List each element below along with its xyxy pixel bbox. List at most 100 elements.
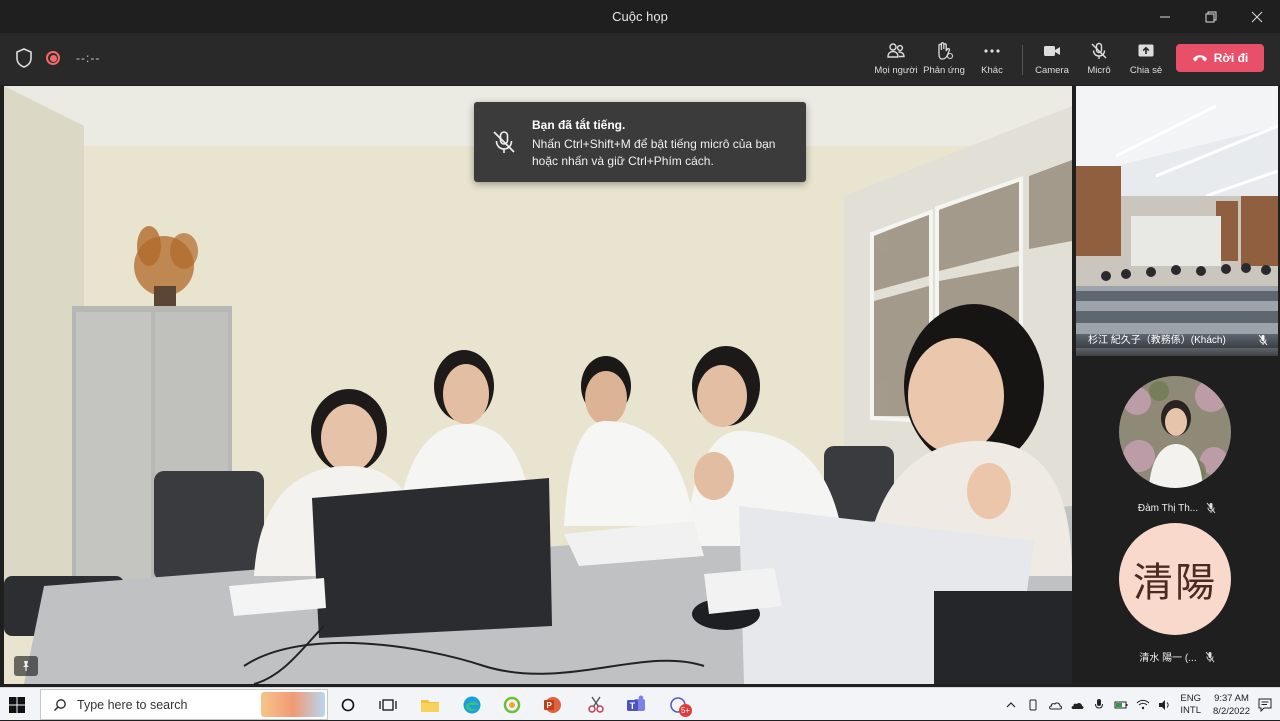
reactions-label: Phản ứng bbox=[923, 65, 965, 76]
action-center-icon[interactable] bbox=[1258, 698, 1272, 712]
edge-icon bbox=[463, 696, 481, 714]
window-title: Cuộc họp bbox=[612, 9, 668, 24]
participant-name: 杉江 紀久子（教務係）(Khách) bbox=[1088, 335, 1226, 346]
leave-button[interactable]: Rời đi bbox=[1176, 44, 1264, 72]
svg-text:P: P bbox=[547, 701, 553, 710]
task-view-button[interactable] bbox=[376, 693, 400, 717]
muted-notification: Bạn đã tắt tiếng. Nhấn Ctrl+Shift+M để b… bbox=[474, 102, 806, 182]
folder-icon bbox=[421, 700, 439, 712]
avatar bbox=[1119, 376, 1231, 488]
participant-panel: 杉江 紀久子（教務係）(Khách) Đàm Thị Th... 清陽 清水 陽… bbox=[1074, 86, 1280, 684]
avatar-initials: 清陽 bbox=[1119, 523, 1231, 635]
wifi-icon[interactable] bbox=[1136, 698, 1150, 712]
search-placeholder: Type here to search bbox=[77, 697, 188, 712]
clock-time: 9:37 AM bbox=[1214, 692, 1249, 704]
mic-off-icon bbox=[1206, 502, 1216, 514]
restore-button[interactable] bbox=[1188, 0, 1234, 33]
pin-icon bbox=[23, 661, 29, 671]
battery-icon[interactable] bbox=[1114, 698, 1128, 712]
mic-off-icon bbox=[1091, 42, 1107, 59]
camera-icon bbox=[1044, 46, 1060, 56]
reactions-icon bbox=[938, 42, 954, 60]
participant-name: 清水 陽一 (... bbox=[1139, 653, 1197, 664]
close-button[interactable] bbox=[1234, 0, 1280, 33]
keyboard-layout: INTL bbox=[1180, 704, 1202, 716]
classroom-scene bbox=[1076, 86, 1278, 356]
mic-button[interactable]: Micrô bbox=[1073, 41, 1125, 81]
microphone-icon[interactable] bbox=[1092, 698, 1106, 712]
window-controls bbox=[1142, 0, 1280, 33]
recording-icon bbox=[46, 51, 60, 65]
more-label: Khác bbox=[981, 65, 1003, 76]
minimize-icon bbox=[1160, 16, 1170, 17]
meeting-toolbar: --:-- Mọi người Phản ứng Khác Camera Mic… bbox=[0, 33, 1280, 85]
camera-button[interactable]: Camera bbox=[1026, 41, 1078, 81]
people-button[interactable]: Mọi người bbox=[870, 41, 922, 81]
people-label: Mọi người bbox=[874, 65, 918, 76]
clock-date: 8/2/2022 bbox=[1213, 705, 1250, 717]
file-explorer-button[interactable] bbox=[418, 693, 442, 717]
toast-title: Bạn đã tắt tiếng. bbox=[532, 118, 626, 132]
close-icon bbox=[1251, 11, 1263, 22]
reactions-button[interactable]: Phản ứng bbox=[918, 41, 970, 81]
language-indicator[interactable]: ENG INTL bbox=[1180, 693, 1201, 717]
leave-label: Rời đi bbox=[1213, 51, 1249, 65]
profile-photo bbox=[1119, 376, 1231, 488]
share-button[interactable]: Chia sẻ bbox=[1120, 41, 1172, 81]
meeting-timer: --:-- bbox=[76, 51, 101, 65]
taskbar-search-box[interactable]: Type here to search bbox=[40, 689, 328, 720]
cortana-icon bbox=[341, 698, 355, 712]
meeting-status: --:-- bbox=[14, 47, 100, 69]
mic-off-icon bbox=[493, 131, 515, 153]
participant-video-tile[interactable]: 杉江 紀久子（教務係）(Khách) bbox=[1076, 86, 1278, 356]
title-bar: Cuộc họp bbox=[0, 0, 1280, 33]
edge-button[interactable] bbox=[460, 693, 484, 717]
cortana-button[interactable] bbox=[336, 693, 360, 717]
pin-button[interactable] bbox=[14, 656, 38, 676]
mic-label: Micrô bbox=[1087, 65, 1111, 76]
toolbar-divider bbox=[1022, 45, 1023, 75]
teams-chat-button[interactable]: 5+ bbox=[666, 693, 692, 717]
hang-up-icon bbox=[1192, 55, 1207, 62]
toast-body: Nhấn Ctrl+Shift+M để bật tiếng micrô của… bbox=[532, 137, 776, 168]
clock[interactable]: 9:37 AM 8/2/2022 bbox=[1213, 692, 1250, 718]
participant-avatar-tile[interactable]: 清陽 清水 陽一 (... bbox=[1074, 523, 1280, 673]
taskbar: Type here to search P T 5+ ENG INTL 9:37… bbox=[0, 687, 1280, 720]
teams-button[interactable]: T bbox=[624, 693, 648, 717]
speaker-icon[interactable] bbox=[1158, 698, 1172, 712]
system-tray: ENG INTL 9:37 AM 8/2/2022 bbox=[1004, 688, 1272, 721]
restore-icon bbox=[1205, 11, 1217, 22]
onedrive-icon[interactable] bbox=[1048, 698, 1063, 712]
task-view-icon bbox=[379, 699, 397, 711]
share-icon bbox=[1138, 44, 1154, 57]
cloud-icon[interactable] bbox=[1070, 698, 1084, 712]
notification-badge-wrapper: 5+ bbox=[670, 697, 692, 717]
shield-icon[interactable] bbox=[14, 47, 34, 69]
participant-name-row: 清水 陽一 (... bbox=[1074, 649, 1280, 664]
powerpoint-icon: P bbox=[544, 697, 561, 713]
language-code: ENG bbox=[1180, 692, 1202, 704]
participant-avatar-tile[interactable]: Đàm Thị Th... bbox=[1074, 376, 1280, 521]
mic-off-icon bbox=[1205, 651, 1214, 662]
refresh-app-icon bbox=[503, 696, 521, 714]
more-icon bbox=[984, 49, 1000, 53]
chevron-up-icon[interactable] bbox=[1004, 698, 1018, 712]
participant-name-row: Đàm Thị Th... bbox=[1074, 502, 1280, 514]
people-icon bbox=[887, 43, 905, 58]
app-button[interactable] bbox=[500, 693, 524, 717]
scissors-icon bbox=[588, 696, 604, 713]
snipping-tool-button[interactable] bbox=[584, 693, 608, 717]
more-button[interactable]: Khác bbox=[966, 41, 1018, 81]
teams-icon: T bbox=[627, 695, 645, 711]
mic-off-icon bbox=[1258, 334, 1268, 346]
search-highlight-image bbox=[261, 692, 325, 717]
phone-link-icon[interactable] bbox=[1026, 698, 1040, 712]
participant-name: Đàm Thị Th... bbox=[1137, 502, 1199, 514]
minimize-button[interactable] bbox=[1142, 0, 1188, 33]
notification-count: 5+ bbox=[679, 704, 692, 717]
camera-label: Camera bbox=[1035, 65, 1069, 76]
windows-start-icon[interactable] bbox=[8, 696, 26, 714]
share-label: Chia sẻ bbox=[1129, 65, 1163, 76]
svg-text:T: T bbox=[630, 701, 636, 711]
powerpoint-button[interactable]: P bbox=[540, 693, 564, 717]
